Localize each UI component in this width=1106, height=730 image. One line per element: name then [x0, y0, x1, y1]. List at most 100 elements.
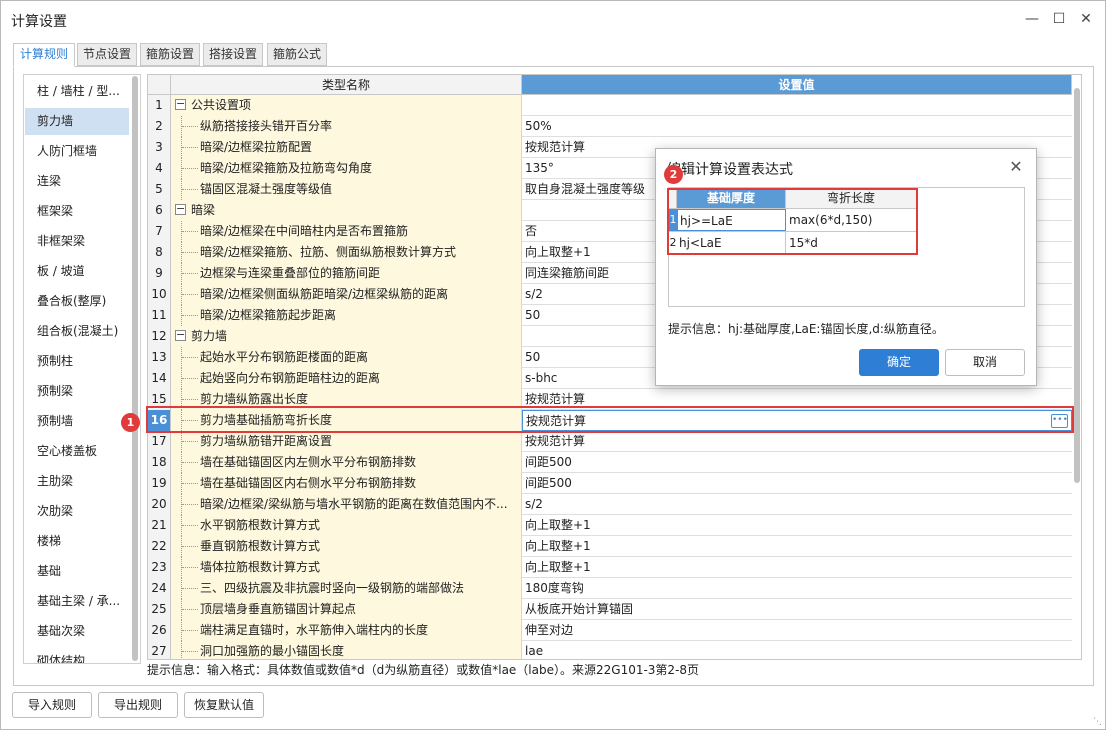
- row-name-cell[interactable]: 墙在基础锚固区内右侧水平分布钢筋排数: [171, 473, 522, 494]
- sidebar-item[interactable]: 楼梯: [25, 528, 129, 555]
- table-row[interactable]: 25 顶层墙身垂直筋锚固计算起点 从板底开始计算锚固: [148, 599, 1072, 620]
- row-name-cell[interactable]: − 剪力墙: [171, 326, 522, 347]
- row-value-cell[interactable]: 间距500: [522, 452, 1072, 473]
- dialog-close-icon[interactable]: ✕: [1006, 157, 1026, 177]
- table-row[interactable]: 17 剪力墙纵筋错开距离设置 按规范计算: [148, 431, 1072, 452]
- row-name-text: 暗梁/边框梁拉筋配置: [200, 140, 313, 154]
- row-value-text: 180度弯钩: [525, 581, 584, 595]
- row-value-cell[interactable]: 按规范计算: [522, 431, 1072, 452]
- row-value-cell[interactable]: s/2: [522, 494, 1072, 515]
- tab-stirrup-settings[interactable]: 箍筋设置: [140, 43, 200, 66]
- row-name-cell[interactable]: 边框梁与连梁重叠部位的箍筋间距: [171, 263, 522, 284]
- resize-grip-icon[interactable]: ⋱: [1093, 717, 1103, 727]
- component-sidebar[interactable]: 柱 / 墙柱 / 型... 剪力墙人防门框墙连梁框架梁非框架梁板 / 坡道 叠合板(…: [23, 74, 141, 664]
- row-value-cell[interactable]: 伸至对边: [522, 620, 1072, 641]
- row-name-cell[interactable]: 起始竖向分布钢筋距暗柱边的距离: [171, 368, 522, 389]
- tab-lap-settings[interactable]: 搭接设置: [203, 43, 263, 66]
- minimize-icon[interactable]: —: [1020, 8, 1044, 30]
- sidebar-item[interactable]: 基础次梁: [25, 618, 129, 645]
- row-name-cell[interactable]: 暗梁/边框梁拉筋配置: [171, 137, 522, 158]
- table-row[interactable]: 23 墙体拉筋根数计算方式 向上取整+1: [148, 557, 1072, 578]
- sidebar-item[interactable]: 人防门框墙: [25, 138, 129, 165]
- row-name-cell[interactable]: 垂直钢筋根数计算方式: [171, 536, 522, 557]
- row-name-cell[interactable]: 端柱满足直锚时，水平筋伸入端柱内的长度: [171, 620, 522, 641]
- table-row[interactable]: 21 水平钢筋根数计算方式 向上取整+1: [148, 515, 1072, 536]
- sidebar-item[interactable]: 次肋梁: [25, 498, 129, 525]
- sidebar-item[interactable]: 预制梁: [25, 378, 129, 405]
- row-name-cell[interactable]: 暗梁/边框梁在中间暗柱内是否布置箍筋: [171, 221, 522, 242]
- tab-node-settings[interactable]: 节点设置: [77, 43, 137, 66]
- row-name-cell[interactable]: 三、四级抗震及非抗震时竖向一级钢筋的端部做法: [171, 578, 522, 599]
- sidebar-item[interactable]: 基础主梁 / 承...: [25, 588, 129, 615]
- table-row[interactable]: 22 垂直钢筋根数计算方式 向上取整+1: [148, 536, 1072, 557]
- import-rules-button[interactable]: 导入规则: [12, 692, 92, 718]
- tab-stirrup-formula[interactable]: 箍筋公式: [267, 43, 327, 66]
- group-row[interactable]: 1− 公共设置项: [148, 95, 1072, 116]
- dialog-ok-button[interactable]: 确定: [859, 349, 939, 376]
- sidebar-item[interactable]: 空心楼盖板: [25, 438, 129, 465]
- row-name-cell[interactable]: − 公共设置项: [171, 95, 522, 116]
- column-header-value[interactable]: 设置值: [522, 75, 1072, 95]
- grid-scrollbar[interactable]: [1074, 88, 1080, 483]
- sidebar-item[interactable]: 连梁: [25, 168, 129, 195]
- table-row[interactable]: 26 端柱满足直锚时，水平筋伸入端柱内的长度 伸至对边: [148, 620, 1072, 641]
- sidebar-item[interactable]: 柱 / 墙柱 / 型...: [25, 78, 129, 105]
- row-value-cell[interactable]: 向上取整+1: [522, 557, 1072, 578]
- row-name-cell[interactable]: 起始水平分布钢筋距楼面的距离: [171, 347, 522, 368]
- row-name-cell[interactable]: 暗梁/边框梁箍筋、拉筋、侧面纵筋根数计算方式: [171, 242, 522, 263]
- close-icon[interactable]: ✕: [1074, 8, 1098, 30]
- row-name-cell[interactable]: 墙体拉筋根数计算方式: [171, 557, 522, 578]
- row-number: 27: [148, 641, 171, 659]
- column-header-name[interactable]: 类型名称: [171, 75, 522, 95]
- tree-line-icon: [181, 599, 198, 620]
- collapse-icon[interactable]: −: [175, 203, 186, 215]
- sidebar-scrollbar[interactable]: [132, 76, 138, 661]
- sidebar-item[interactable]: 主肋梁: [25, 468, 129, 495]
- row-name-cell[interactable]: 水平钢筋根数计算方式: [171, 515, 522, 536]
- row-name-cell[interactable]: 锚固区混凝土强度等级值: [171, 179, 522, 200]
- row-value-cell[interactable]: 180度弯钩: [522, 578, 1072, 599]
- collapse-icon[interactable]: −: [175, 329, 186, 341]
- sidebar-item[interactable]: 叠合板(整厚): [25, 288, 129, 315]
- dialog-cancel-button[interactable]: 取消: [945, 349, 1025, 376]
- table-row[interactable]: 19 墙在基础锚固区内右侧水平分布钢筋排数 间距500: [148, 473, 1072, 494]
- row-value-cell[interactable]: 向上取整+1: [522, 536, 1072, 557]
- sidebar-item[interactable]: 预制柱: [25, 348, 129, 375]
- row-value-cell[interactable]: 向上取整+1: [522, 515, 1072, 536]
- table-row[interactable]: 24 三、四级抗震及非抗震时竖向一级钢筋的端部做法 180度弯钩: [148, 578, 1072, 599]
- sidebar-item[interactable]: 基础: [25, 558, 129, 585]
- row-value-cell[interactable]: 50%: [522, 116, 1072, 137]
- row-name-cell[interactable]: 剪力墙纵筋错开距离设置: [171, 431, 522, 452]
- row-name-cell[interactable]: 顶层墙身垂直筋锚固计算起点: [171, 599, 522, 620]
- sidebar-item[interactable]: 组合板(混凝土): [25, 318, 129, 345]
- collapse-icon[interactable]: −: [175, 98, 186, 110]
- maximize-icon[interactable]: ☐: [1047, 8, 1071, 30]
- row-name-cell[interactable]: 暗梁/边框梁箍筋及拉筋弯勾角度: [171, 158, 522, 179]
- row-value-cell[interactable]: 间距500: [522, 473, 1072, 494]
- row-name-cell[interactable]: − 暗梁: [171, 200, 522, 221]
- row-name-cell[interactable]: 墙在基础锚固区内左侧水平分布钢筋排数: [171, 452, 522, 473]
- table-row[interactable]: 20 暗梁/边框梁/梁纵筋与墙水平钢筋的距离在数值范围内不... s/2: [148, 494, 1072, 515]
- table-row[interactable]: 27 洞口加强筋的最小锚固长度 lae: [148, 641, 1072, 659]
- sidebar-item[interactable]: 砌体结构: [25, 648, 129, 663]
- row-value-cell[interactable]: 从板底开始计算锚固: [522, 599, 1072, 620]
- row-name-cell[interactable]: 纵筋搭接接头错开百分率: [171, 116, 522, 137]
- sidebar-item[interactable]: 预制墙: [25, 408, 129, 435]
- row-value-text: 向上取整+1: [525, 560, 591, 574]
- sidebar-item[interactable]: 板 / 坡道: [25, 258, 129, 285]
- table-row[interactable]: 2 纵筋搭接接头错开百分率 50%: [148, 116, 1072, 137]
- sidebar-item[interactable]: 剪力墙: [25, 108, 129, 135]
- row-name-cell[interactable]: 洞口加强筋的最小锚固长度: [171, 641, 522, 659]
- row-name-cell[interactable]: 暗梁/边框梁侧面纵筋距暗梁/边框梁纵筋的距离: [171, 284, 522, 305]
- restore-defaults-button[interactable]: 恢复默认值: [184, 692, 264, 718]
- table-row[interactable]: 18 墙在基础锚固区内左侧水平分布钢筋排数 间距500: [148, 452, 1072, 473]
- sidebar-item[interactable]: 框架梁: [25, 198, 129, 225]
- row-value-cell[interactable]: lae: [522, 641, 1072, 659]
- window-title: 计算设置: [11, 14, 67, 30]
- export-rules-button[interactable]: 导出规则: [98, 692, 178, 718]
- tab-calc-rules[interactable]: 计算规则: [13, 43, 75, 67]
- row-name-cell[interactable]: 暗梁/边框梁/梁纵筋与墙水平钢筋的距离在数值范围内不...: [171, 494, 522, 515]
- row-name-cell[interactable]: 暗梁/边框梁箍筋起步距离: [171, 305, 522, 326]
- sidebar-item[interactable]: 非框架梁: [25, 228, 129, 255]
- row-value-cell[interactable]: [522, 95, 1072, 116]
